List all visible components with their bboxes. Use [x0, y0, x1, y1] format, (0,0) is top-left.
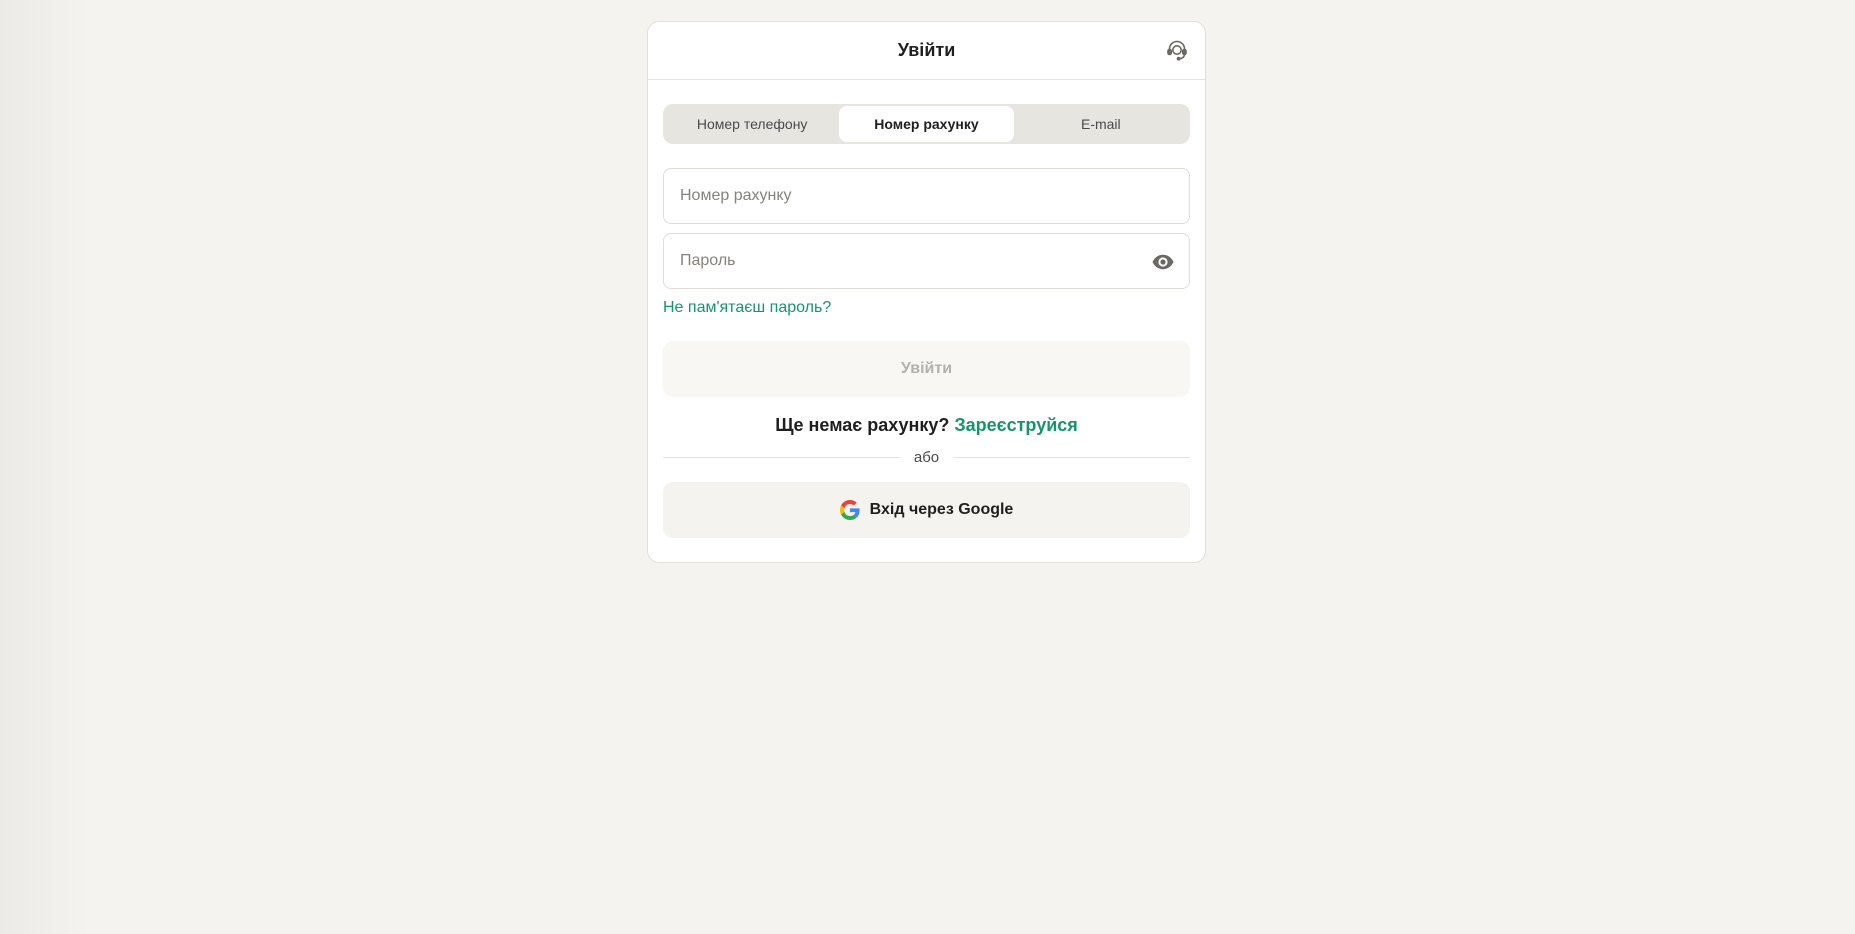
google-login-button[interactable]: Вхід через Google — [663, 482, 1190, 538]
register-row: Ще немає рахунку? Зареєструйся — [663, 415, 1190, 436]
google-login-label: Вхід через Google — [869, 501, 1014, 518]
password-input[interactable] — [664, 234, 1189, 288]
login-card: Увійти Номер телефону Номер рахунку E-ma… — [647, 21, 1206, 563]
page-edge-shade — [0, 0, 90, 934]
or-divider: або — [663, 446, 1190, 468]
page-title: Увійти — [897, 40, 956, 60]
register-link[interactable]: Зареєструйся — [954, 415, 1077, 435]
headset-icon[interactable] — [1165, 38, 1189, 62]
account-number-input[interactable] — [664, 169, 1189, 223]
account-field — [663, 168, 1190, 224]
eye-icon[interactable] — [1151, 250, 1175, 274]
login-button[interactable]: Увійти — [663, 341, 1190, 397]
tab-account[interactable]: Номер рахунку — [839, 106, 1014, 142]
register-prompt: Ще немає рахунку? — [775, 415, 950, 435]
tab-phone[interactable]: Номер телефону — [665, 106, 839, 142]
forgot-password-link[interactable]: Не пам'ятаєш пароль? — [663, 299, 831, 317]
divider-line-right — [953, 456, 1190, 458]
divider-label: або — [913, 448, 940, 466]
divider-line-left — [663, 456, 900, 458]
google-icon — [839, 500, 860, 520]
tab-email[interactable]: E-mail — [1014, 106, 1188, 142]
login-method-tabs: Номер телефону Номер рахунку E-mail — [663, 104, 1190, 144]
card-header: Увійти — [648, 22, 1205, 80]
card-body: Номер телефону Номер рахунку E-mail Не п… — [648, 104, 1205, 538]
password-field — [663, 233, 1190, 289]
